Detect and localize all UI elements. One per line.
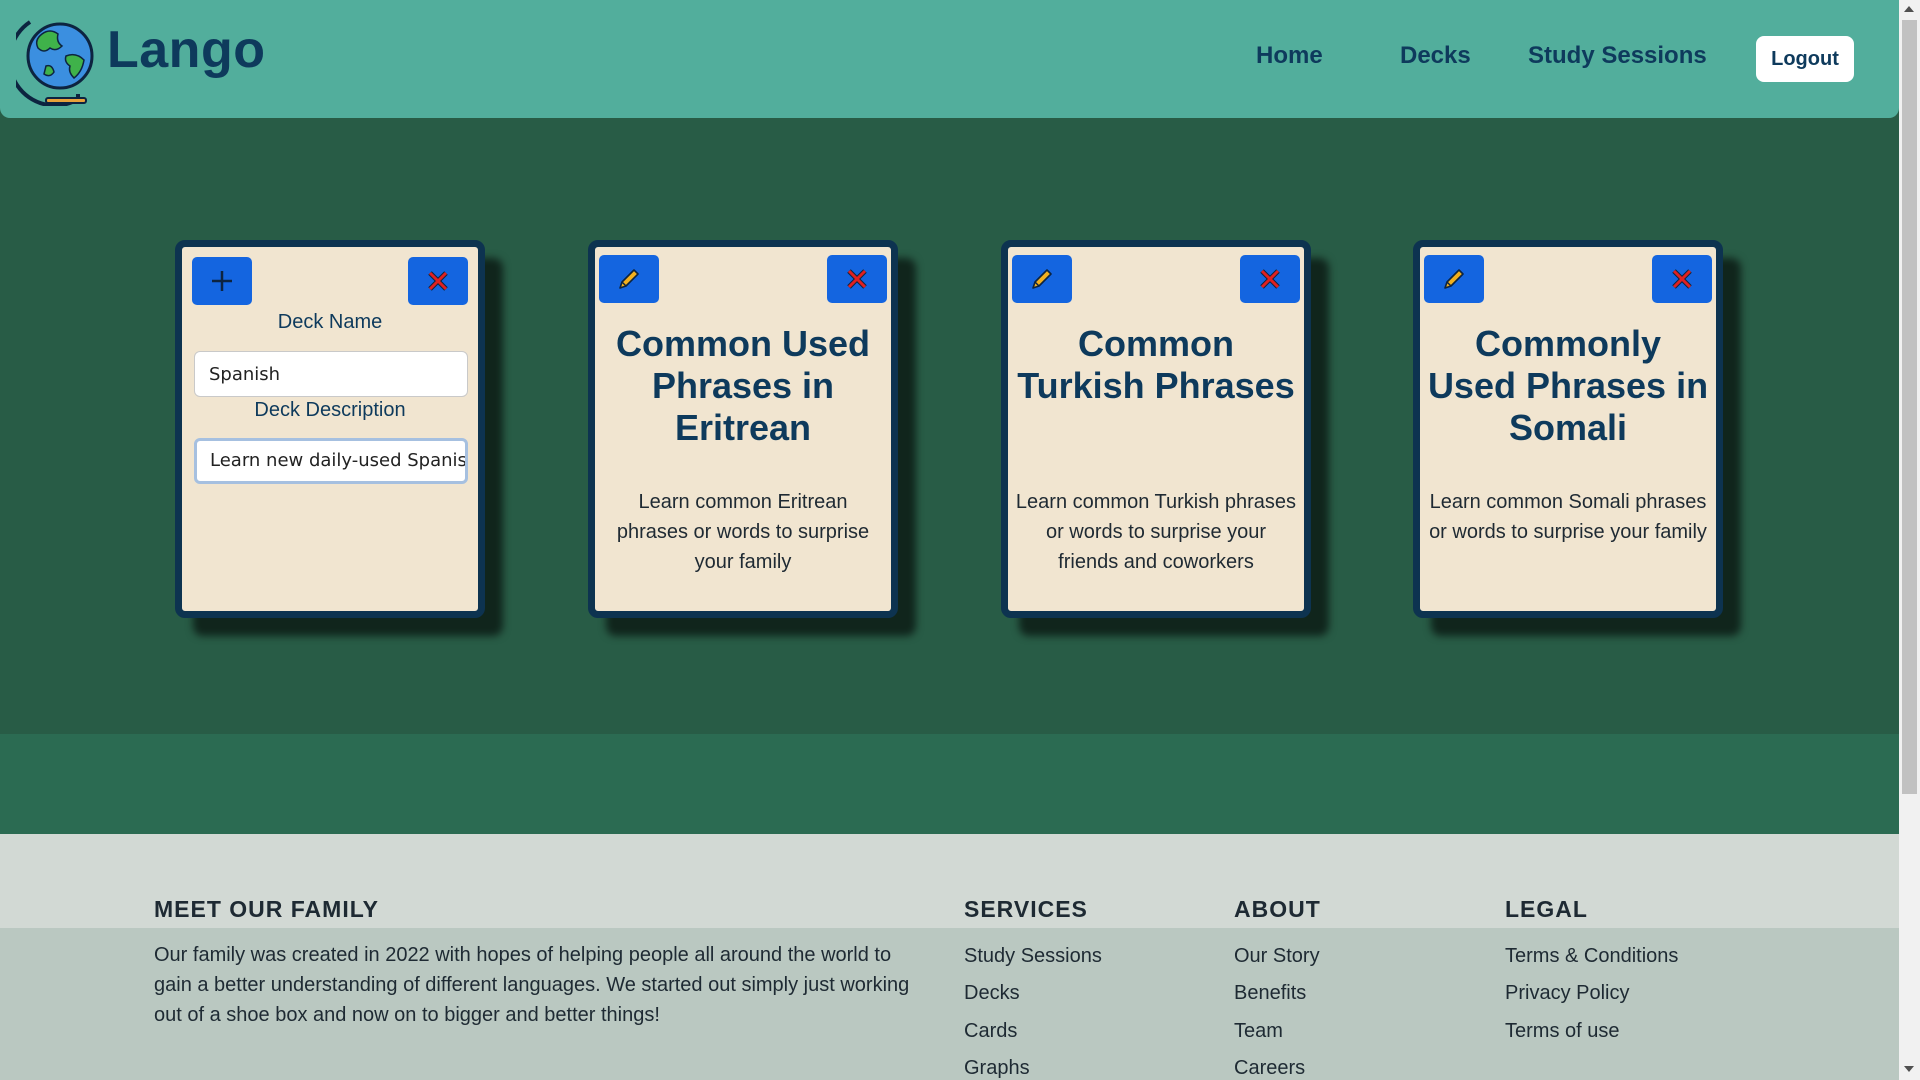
footer-link-decks[interactable]: Decks (964, 982, 1020, 1005)
footer-link-terms-of-use[interactable]: Terms of use (1505, 1020, 1619, 1043)
edit-deck-button[interactable] (599, 255, 659, 303)
deck-card: Commonly Used Phrases in Somali Learn co… (1413, 240, 1723, 618)
footer-link-team[interactable]: Team (1234, 1020, 1283, 1043)
deck-name-label: Deck Name (277, 311, 383, 333)
scroll-up-arrow-icon[interactable] (1904, 6, 1914, 12)
footer-family-text: Our family was created in 2022 with hope… (154, 944, 910, 1026)
page-scrollbar[interactable] (1899, 0, 1920, 1080)
section-divider-band (0, 734, 1899, 834)
new-deck-card: Deck Name Spanish Deck Description Learn… (175, 240, 485, 618)
footer-link-privacy-policy[interactable]: Privacy Policy (1505, 982, 1629, 1005)
footer-family-heading: MEET OUR FAMILY (154, 896, 379, 922)
footer-link-graphs[interactable]: Graphs (964, 1057, 1030, 1080)
deck-description: Learn common Somali phrases or words to … (1429, 491, 1707, 543)
close-icon (1672, 269, 1692, 289)
logout-button[interactable]: Logout (1756, 36, 1854, 82)
nav-study-sessions[interactable]: Study Sessions (1528, 42, 1707, 70)
deck-title: Commonly Used Phrases in Somali (1427, 323, 1709, 448)
deck-name-input[interactable]: Spanish (194, 351, 468, 397)
close-icon (847, 269, 867, 289)
plus-icon (212, 271, 232, 291)
edit-deck-button[interactable] (1012, 255, 1072, 303)
scrollbar-thumb[interactable] (1902, 20, 1917, 794)
scroll-down-arrow-icon[interactable] (1904, 1066, 1914, 1072)
footer-legal-heading: LEGAL (1505, 896, 1588, 922)
delete-deck-button[interactable] (1652, 255, 1712, 303)
brand-name[interactable]: Lango (107, 20, 265, 80)
cancel-new-deck-button[interactable] (408, 257, 468, 305)
site-footer: MEET OUR FAMILY Our family was created i… (0, 834, 1899, 1080)
footer-link-careers[interactable]: Careers (1234, 1057, 1305, 1080)
deck-title: Common Turkish Phrases (1017, 323, 1295, 406)
footer-services-heading: SERVICES (964, 896, 1088, 922)
delete-deck-button[interactable] (1240, 255, 1300, 303)
footer-link-our-story[interactable]: Our Story (1234, 945, 1320, 968)
deck-description-input[interactable]: Learn new daily-used Spanish (194, 438, 468, 484)
pencil-icon (619, 269, 639, 289)
site-header: Lango Home Decks Study Sessions Logout (0, 0, 1899, 118)
nav-decks[interactable]: Decks (1400, 42, 1471, 70)
deck-description: Learn common Eritrean phrases or words t… (616, 491, 870, 573)
deck-card: Common Turkish Phrases Learn common Turk… (1001, 240, 1311, 618)
footer-link-terms-conditions[interactable]: Terms & Conditions (1505, 945, 1678, 968)
globe-icon[interactable] (16, 12, 104, 106)
deck-title: Common Used Phrases in Eritrean (615, 323, 871, 448)
footer-link-benefits[interactable]: Benefits (1234, 982, 1306, 1005)
footer-about-heading: ABOUT (1234, 896, 1321, 922)
footer-link-study-sessions[interactable]: Study Sessions (964, 945, 1102, 968)
pencil-icon (1444, 269, 1464, 289)
delete-deck-button[interactable] (827, 255, 887, 303)
deck-description: Learn common Turkish phrases or words to… (1015, 491, 1297, 573)
deck-card: Common Used Phrases in Eritrean Learn co… (588, 240, 898, 618)
close-icon (428, 271, 448, 291)
nav-home[interactable]: Home (1256, 42, 1323, 70)
page: Deck Name Spanish Deck Description Learn… (0, 0, 1899, 1080)
close-icon (1260, 269, 1280, 289)
deck-description-label: Deck Description (254, 399, 406, 421)
edit-deck-button[interactable] (1424, 255, 1484, 303)
add-deck-button[interactable] (192, 257, 252, 305)
footer-link-cards[interactable]: Cards (964, 1020, 1017, 1043)
pencil-icon (1032, 269, 1052, 289)
